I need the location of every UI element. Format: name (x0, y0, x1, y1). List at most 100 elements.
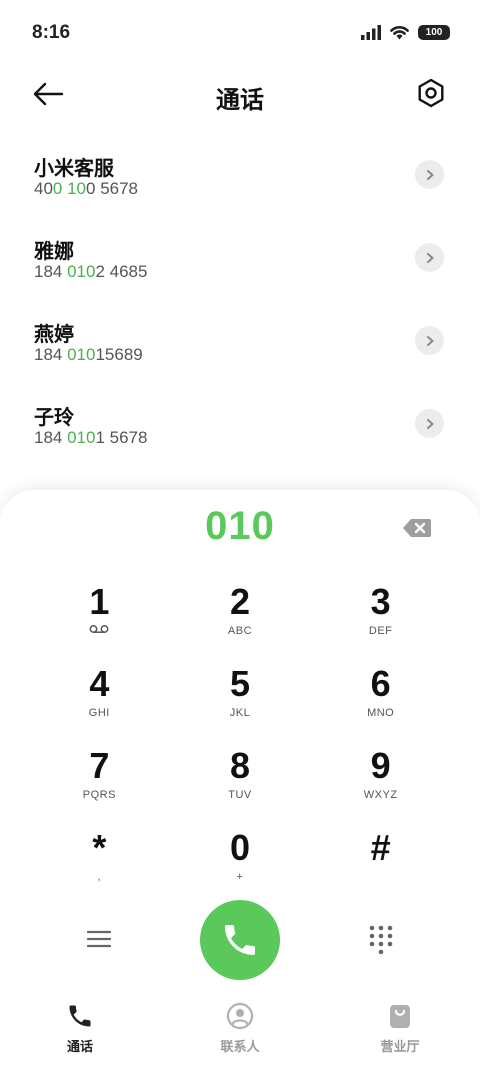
key-3[interactable]: 3 DEF (310, 580, 451, 662)
key-letters: DEF (368, 625, 393, 637)
nav-tab-contacts[interactable]: 联系人 (160, 988, 320, 1067)
contact-detail-button[interactable] (415, 160, 444, 189)
phone-icon (225, 925, 255, 955)
key-digit: # (370, 827, 391, 868)
key-0[interactable]: 0 + (170, 826, 311, 908)
key-letters: MNO (367, 707, 395, 719)
number-suffix: 15689 (95, 345, 143, 364)
status-time: 8:16 (32, 22, 71, 43)
page-title: 通话 (216, 86, 264, 114)
key-1[interactable]: 1 (29, 580, 170, 662)
number-suffix: 0 5678 (86, 179, 139, 198)
chevron-right-icon (426, 418, 433, 429)
contact-number: 184 0101 5678 (34, 428, 147, 448)
nav-tab-service-hall[interactable]: 营业厅 (320, 988, 480, 1067)
key-star[interactable]: * , (29, 826, 170, 908)
key-letters (89, 624, 109, 638)
key-2[interactable]: 2 ABC (170, 580, 311, 662)
contact-name: 小米客服 (34, 156, 114, 180)
key-4[interactable]: 4 GHI (29, 662, 170, 744)
contact-number: 400 100 5678 (34, 179, 138, 199)
number-match-highlight: 010 (67, 262, 96, 281)
key-digit: 4 (89, 663, 110, 704)
keypad: 1 2 ABC 3 DEF 4 GHI 5 JKL 6 MNO 7 PQRS 8… (29, 580, 451, 908)
contact-name: 燕婷 (34, 322, 74, 346)
key-digit: 8 (229, 745, 250, 786)
key-letters: WXYZ (363, 789, 398, 801)
header: 通话 (0, 70, 480, 120)
nav-tab-calls[interactable]: 通话 (0, 988, 160, 1067)
number-suffix: 2 4685 (95, 262, 148, 281)
key-digit: 9 (370, 745, 391, 786)
backspace-button[interactable] (402, 518, 432, 538)
contact-row[interactable]: 雅娜 184 0102 4685 (0, 223, 480, 306)
number-match-highlight: 010 (67, 345, 96, 364)
number-prefix: 184 (34, 428, 68, 447)
call-button[interactable] (200, 900, 280, 980)
contact-detail-button[interactable] (415, 326, 444, 355)
contact-name: 雅娜 (34, 239, 74, 263)
phone-icon (69, 1005, 91, 1027)
key-letters: PQRS (82, 789, 116, 801)
person-icon (226, 1002, 254, 1030)
bottom-nav: 通话 联系人 营业厅 (0, 988, 480, 1067)
menu-button[interactable] (84, 924, 114, 954)
key-digit: 6 (370, 663, 391, 704)
key-5[interactable]: 5 JKL (170, 662, 311, 744)
chevron-right-icon (426, 169, 433, 180)
status-bar: 8:16 100 (0, 0, 480, 68)
key-6[interactable]: 6 MNO (310, 662, 451, 744)
contact-detail-button[interactable] (415, 243, 444, 272)
key-letters: JKL (229, 707, 251, 719)
key-7[interactable]: 7 PQRS (29, 744, 170, 826)
number-match-highlight: 0 10 (52, 179, 87, 198)
contact-list: 小米客服 400 100 5678 雅娜 184 0102 4685 燕婷 18… (0, 140, 480, 472)
dialpad-sheet: 010 1 2 ABC 3 DEF 4 GHI 5 JKL 6 MNO 7 PQ… (0, 490, 480, 1067)
key-digit: 0 (229, 827, 250, 868)
key-letters: ABC (227, 625, 253, 637)
number-prefix: 184 (34, 262, 68, 281)
nav-label: 联系人 (220, 1040, 260, 1055)
settings-icon (418, 78, 444, 108)
key-digit: 3 (370, 581, 391, 622)
contact-detail-button[interactable] (415, 409, 444, 438)
signal-icon (361, 24, 381, 40)
contact-row[interactable]: 小米客服 400 100 5678 (0, 140, 480, 223)
voicemail-icon (89, 625, 109, 633)
nav-label: 营业厅 (380, 1040, 420, 1055)
key-digit: * (92, 827, 107, 868)
contact-row[interactable]: 燕婷 184 01015689 (0, 306, 480, 389)
contact-number: 184 01015689 (34, 345, 143, 365)
key-digit: 1 (89, 581, 110, 622)
dial-action-bar (0, 898, 480, 982)
contact-name: 子玲 (34, 405, 74, 429)
key-letters: + (236, 871, 244, 883)
status-icons: 100 (361, 24, 450, 40)
battery-indicator: 100 (418, 24, 450, 40)
number-match-highlight: 010 (67, 428, 96, 447)
chevron-right-icon (426, 335, 433, 346)
key-9[interactable]: 9 WXYZ (310, 744, 451, 826)
key-8[interactable]: 8 TUV (170, 744, 311, 826)
dialpad-grid-icon (369, 925, 393, 955)
key-digit: 5 (229, 663, 250, 704)
dialpad-toggle-button[interactable] (366, 924, 396, 955)
key-digit: 7 (89, 745, 110, 786)
settings-button[interactable] (414, 76, 448, 110)
key-letters: TUV (228, 789, 252, 801)
shopping-bag-icon (390, 1005, 410, 1028)
wifi-icon (390, 26, 409, 40)
key-letters: GHI (88, 707, 110, 719)
key-digit: 2 (229, 581, 250, 622)
number-prefix: 184 (34, 345, 68, 364)
menu-icon (86, 930, 112, 948)
chevron-right-icon (426, 252, 433, 263)
backspace-icon (403, 519, 431, 537)
contact-row[interactable]: 子玲 184 0101 5678 (0, 389, 480, 472)
nav-label: 通话 (66, 1040, 93, 1055)
number-prefix: 40 (34, 179, 53, 198)
contact-number: 184 0102 4685 (34, 262, 147, 282)
number-suffix: 1 5678 (95, 428, 148, 447)
key-letters: , (97, 871, 102, 883)
key-hash[interactable]: # (310, 826, 451, 908)
